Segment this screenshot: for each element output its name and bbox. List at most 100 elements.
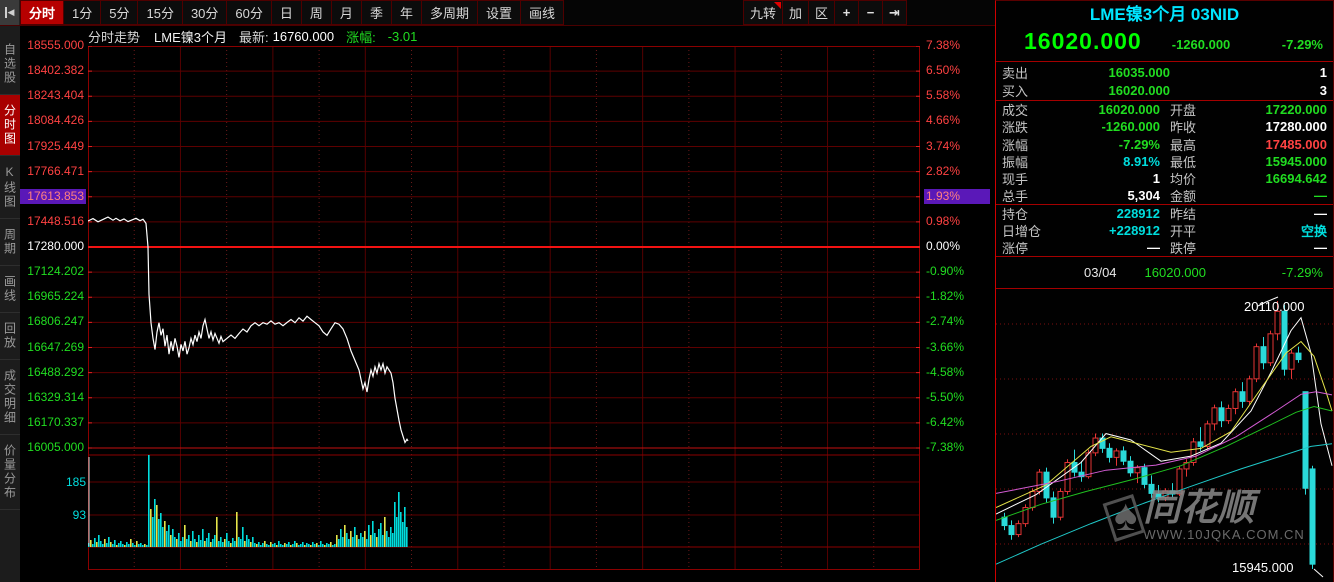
volume-axis-label: 93 [72, 508, 86, 522]
toolbar-button-区[interactable]: 区 [808, 0, 835, 25]
tab-画线[interactable]: 画线 [521, 0, 565, 25]
quote-row-涨跌: 涨跌 -1260.000 昨收 17280.000 [1002, 119, 1327, 136]
instrument-name: LME镍3个月 [154, 30, 227, 45]
change-label: 涨幅: [346, 30, 376, 45]
tab-季[interactable]: 季 [361, 0, 392, 25]
tab-多周期[interactable]: 多周期 [421, 0, 478, 25]
date-value: 03/04 [1084, 264, 1117, 280]
percent-axis-label: 1.93% [924, 188, 990, 204]
quote-panel: LME镍3个月 03NID 16020.000 -1260.000 -7.29%… [995, 0, 1334, 582]
percent-axis-label: 3.74% [926, 138, 961, 153]
bid-ask-block: 卖出 16035.000 1 买入 16020.000 3 [996, 62, 1333, 101]
intraday-panel: 分时走势 LME镍3个月 最新: 16760.000 涨幅: -3.01 185… [20, 26, 995, 582]
sidebar-item-回放[interactable]: 回放 [0, 313, 20, 360]
chart-header: 分时走势 LME镍3个月 最新: 16760.000 涨幅: -3.01 [88, 27, 417, 46]
toolbar-button-−[interactable]: − [859, 0, 883, 25]
date-percent: -7.29% [1281, 264, 1323, 280]
toolbar-button-+[interactable]: + [835, 0, 859, 25]
price-axis-label: 17280.000 [27, 239, 84, 253]
quote-price-row: 16020.000 -1260.000 -7.29% [996, 28, 1333, 62]
percent-axis-label: 7.38% [926, 38, 961, 52]
quote-row-涨幅: 涨幅 -7.29% 最高 17485.000 [1002, 136, 1327, 153]
price-axis-label: 16329.314 [27, 389, 84, 404]
percent-axis-label: 0.98% [926, 213, 961, 228]
price-axis-label: 17124.202 [27, 264, 84, 279]
percent-axis-label: -2.74% [926, 314, 965, 329]
volume-axis-label: 185 [65, 475, 86, 489]
date-price: 16020.000 [1144, 264, 1206, 280]
price-axis-label: 17925.449 [27, 138, 84, 153]
period-tabs: 分时 1分 5分 15分 30分 60分日周月季年多周期 设置 画线 [20, 0, 565, 25]
change-value: -3.01 [387, 29, 418, 44]
price-axis-label: 16170.337 [27, 414, 84, 429]
percent-axis-label: -5.50% [926, 389, 965, 404]
price-axis-label: 18084.426 [27, 113, 84, 128]
left-sidebar: 自选股 分时图 K线图 周期 画线 回放 成交明细 价量分布 [0, 26, 20, 582]
toolbar: ◀ 分时 1分 5分 15分 30分 60分日周月季年多周期 设置 画线 九转加区 + − ⇥ [0, 0, 995, 26]
price-axis-label: 18402.382 [27, 63, 84, 78]
sidebar-item-周期[interactable]: 周期 [0, 219, 20, 266]
price-change: -1260.000 [1171, 37, 1231, 52]
toolbar-button-⇥[interactable]: ⇥ [883, 0, 907, 25]
quote-row-成交: 成交 16020.000 开盘 17220.000 [1002, 102, 1327, 119]
sidebar-item-自选股[interactable]: 自选股 [0, 34, 20, 95]
price-axis-label: 16488.292 [27, 364, 84, 379]
tab-设置[interactable]: 设置 [477, 0, 521, 25]
kline-low-label: 15945.000 [1232, 560, 1293, 575]
percent-axis-label: 0.00% [926, 239, 961, 253]
bid-row: 买入 16020.000 3 [1002, 82, 1327, 99]
trading-terminal: ◀ 分时 1分 5分 15分 30分 60分日周月季年多周期 设置 画线 九转加区 + − ⇥ 自选… [0, 0, 1334, 582]
percent-axis-label: 5.58% [926, 88, 961, 103]
quote-symbol-title: LME镍3个月 03NID [1089, 5, 1240, 24]
sidebar-item-成交明细[interactable]: 成交明细 [0, 360, 20, 435]
intraday-chart[interactable] [88, 46, 920, 570]
toolbar-button-九转[interactable]: 九转 [742, 0, 783, 25]
ask-row: 卖出 16035.000 1 [1002, 64, 1327, 81]
price-change-percent: -7.29% [1281, 37, 1323, 52]
price-axis-label: 16965.224 [27, 289, 84, 304]
price-axis-label: 17613.853 [20, 188, 86, 204]
percent-axis-label: -3.66% [926, 339, 965, 354]
price-axis-label: 17448.516 [27, 213, 84, 228]
percent-axis-label: 6.50% [926, 63, 961, 78]
tab-月[interactable]: 月 [331, 0, 362, 25]
quote-row-振幅: 振幅 8.91% 最低 15945.000 [1002, 154, 1327, 171]
chart-title: 分时走势 [88, 30, 141, 45]
price-axis-label: 18555.000 [27, 38, 84, 52]
toolbar-button-加[interactable]: 加 [782, 0, 809, 25]
tab-日[interactable]: 日 [271, 0, 302, 25]
collapse-left-icon[interactable]: ◀ [0, 0, 20, 25]
sidebar-item-K线图[interactable]: K线图 [0, 156, 20, 219]
price-axis-label: 18243.404 [27, 88, 84, 103]
price-axis-label: 16647.269 [27, 339, 84, 354]
tab-周[interactable]: 周 [301, 0, 332, 25]
percent-axis-label: -4.58% [926, 364, 965, 379]
tab-分时[interactable]: 分时 [20, 0, 65, 25]
sidebar-item-画线[interactable]: 画线 [0, 266, 20, 313]
percent-axis-label: -6.42% [926, 414, 965, 429]
percent-axis-label: 2.82% [926, 163, 961, 178]
tab-5分[interactable]: 5分 [101, 0, 139, 25]
date-row: 03/04 16020.000 -7.29% [996, 257, 1333, 289]
tab-15分[interactable]: 15分 [138, 0, 183, 25]
percent-axis-label: -0.90% [926, 264, 965, 279]
price-axis-label: 16005.000 [27, 440, 84, 454]
percent-axis-label: 4.66% [926, 113, 961, 128]
price-axis-label: 16806.247 [27, 314, 84, 329]
price-axis-label: 17766.471 [27, 163, 84, 178]
kline-chart[interactable]: 20110.000 15945.000 [996, 291, 1334, 582]
last-price: 16020.000 [1024, 28, 1142, 54]
sidebar-item-分时图[interactable]: 分时图 [0, 95, 20, 156]
tab-年[interactable]: 年 [391, 0, 422, 25]
percent-axis-label: -7.38% [926, 440, 965, 454]
quote-row-日增仓: 日增仓 +228912 开平 空换 [1002, 223, 1327, 240]
tab-30分[interactable]: 30分 [182, 0, 228, 25]
quote-row-现手: 现手 1 均价 16694.642 [1002, 171, 1327, 188]
percent-axis-label: -1.82% [926, 289, 965, 304]
quote-row-涨停: 涨停 — 跌停 — [996, 239, 1333, 257]
sidebar-item-价量分布[interactable]: 价量分布 [0, 435, 20, 510]
last-label: 最新: [238, 30, 269, 45]
quote-row-总手: 总手 5,304 金额 — [996, 187, 1333, 205]
tab-1分[interactable]: 1分 [64, 0, 102, 25]
tab-60分[interactable]: 60分 [227, 0, 272, 25]
